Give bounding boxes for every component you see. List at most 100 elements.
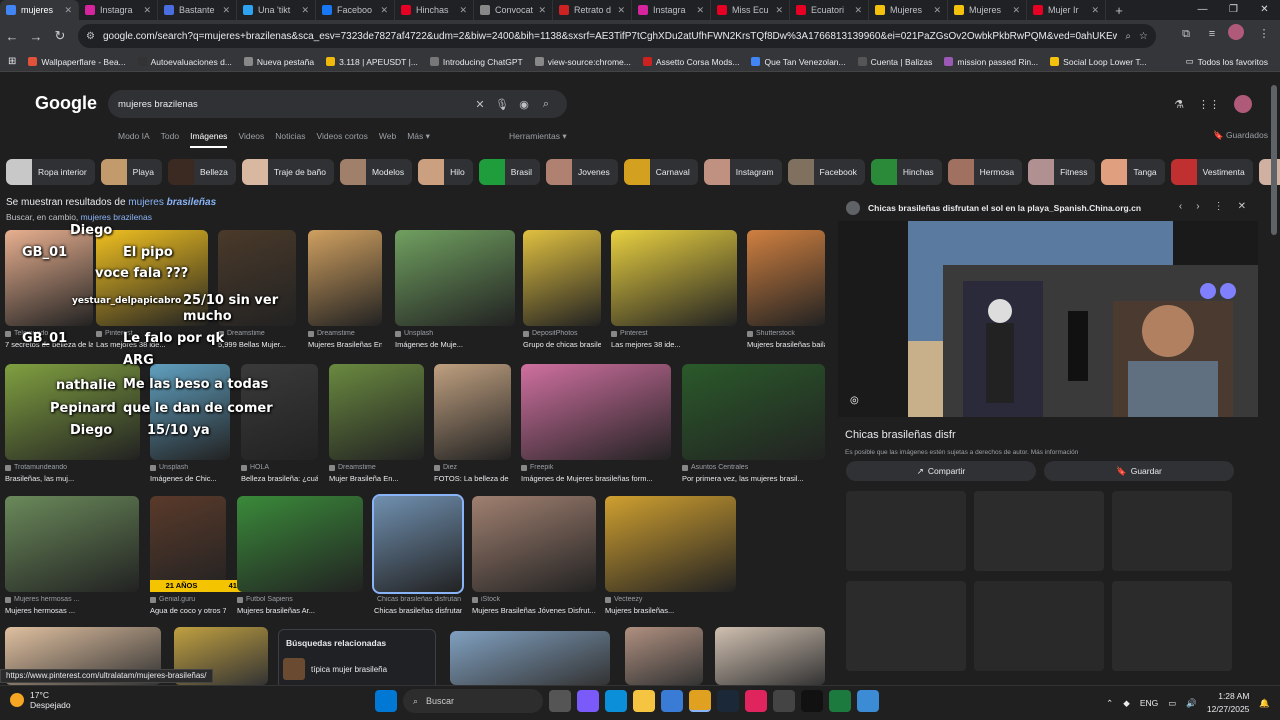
result-thumbnail[interactable] bbox=[715, 627, 825, 685]
tab-12[interactable]: Mujeres ✕ bbox=[948, 0, 1027, 20]
prev-icon[interactable]: ‹ bbox=[1179, 201, 1182, 212]
edge-icon[interactable] bbox=[605, 690, 627, 712]
result-source[interactable]: Dreamstime bbox=[308, 330, 382, 337]
google-logo[interactable]: Google bbox=[35, 93, 97, 114]
result-caption[interactable]: FOTOS: La belleza de la mujer brasileñ..… bbox=[434, 474, 511, 483]
excel-icon[interactable] bbox=[829, 690, 851, 712]
result-thumbnail[interactable] bbox=[329, 364, 424, 460]
image-result[interactable]: Pinterest Las mejores 38 ide... bbox=[611, 230, 737, 349]
taskbar-search[interactable]: ⌕ Buscar bbox=[403, 689, 543, 713]
refinement-chip[interactable]: Vestimenta bbox=[1170, 159, 1253, 185]
result-source[interactable]: Asuntos Centrales bbox=[682, 464, 825, 471]
tray-app-icon[interactable]: ◆ bbox=[1123, 698, 1130, 709]
result-source[interactable]: Genial.guru bbox=[150, 596, 226, 603]
image-result[interactable]: Genial.guru Agua de coco y otros 7 secret… bbox=[150, 496, 276, 615]
tab-close-icon[interactable]: ✕ bbox=[617, 5, 625, 16]
start-icon[interactable] bbox=[375, 690, 397, 712]
result-thumbnail[interactable] bbox=[5, 496, 139, 592]
result-thumbnail[interactable] bbox=[395, 230, 515, 326]
result-thumbnail[interactable] bbox=[682, 364, 825, 460]
refinement-chip[interactable]: Carnaval bbox=[623, 159, 698, 185]
saved-button[interactable]: 🔖 Guardados bbox=[1213, 130, 1268, 141]
result-caption[interactable]: Mujeres Brasileñas Jóvenes Disfrut... bbox=[472, 606, 596, 615]
bookmark-item[interactable]: Cuenta | Balizas bbox=[857, 57, 932, 67]
alt-search-link[interactable]: mujeres brazilenas bbox=[81, 212, 152, 222]
clear-icon[interactable]: ✕ bbox=[469, 98, 491, 111]
tab-close-icon[interactable]: ✕ bbox=[538, 5, 546, 16]
result-caption[interactable]: Mujer Brasileña En... bbox=[329, 474, 424, 483]
result-thumbnail[interactable] bbox=[605, 496, 736, 592]
nav-tab[interactable]: Más ▾ bbox=[407, 131, 430, 148]
result-caption[interactable]: Por primera vez, las mujeres brasil... bbox=[682, 474, 825, 483]
tab-6[interactable]: Convocat ✕ bbox=[474, 0, 553, 20]
apps-grid-icon[interactable]: ⋮⋮ bbox=[1198, 98, 1220, 111]
refinement-chip[interactable]: Hermosa bbox=[947, 159, 1023, 185]
menu-icon[interactable]: ⋮ bbox=[1254, 24, 1274, 44]
bookmark-item[interactable]: view-source:chrome... bbox=[534, 57, 631, 67]
result-source[interactable]: Diez bbox=[434, 464, 511, 471]
image-result-partial[interactable] bbox=[450, 631, 610, 685]
result-source[interactable]: Trotamundeando bbox=[5, 464, 140, 471]
result-thumbnail[interactable] bbox=[434, 364, 511, 460]
result-caption[interactable]: 5,999 Bellas Mujer... bbox=[218, 340, 296, 349]
result-caption[interactable]: Agua de coco y otros 7 secretos ... bbox=[150, 606, 226, 615]
bookmark-item[interactable]: Social Loop Lower T... bbox=[1050, 57, 1147, 67]
refinement-chip[interactable]: Tanga bbox=[1101, 159, 1165, 185]
result-source[interactable]: Dreamstime bbox=[329, 464, 424, 471]
tab-close-icon[interactable]: ✕ bbox=[1091, 5, 1099, 16]
notepad-icon[interactable] bbox=[857, 690, 879, 712]
all-bookmarks-button[interactable]: ▭ Todos los favoritos bbox=[1186, 56, 1268, 67]
minimize-icon[interactable]: — bbox=[1187, 0, 1218, 20]
preview-image[interactable]: ◎ bbox=[838, 221, 1258, 417]
result-source[interactable]: DepositPhotos bbox=[523, 330, 601, 337]
address-bar[interactable]: ⚙ google.com/search?q=mujeres+brazilenas… bbox=[78, 24, 1156, 48]
extensions-icon[interactable]: ⧉ bbox=[1176, 24, 1196, 44]
result-thumbnail[interactable] bbox=[372, 494, 464, 594]
preview-title[interactable]: Chicas brasileñas disfr bbox=[845, 429, 956, 441]
result-thumbnail[interactable] bbox=[308, 230, 382, 326]
nav-tab[interactable]: Imágenes bbox=[190, 131, 228, 148]
reload-icon[interactable]: ↻ bbox=[48, 28, 72, 44]
image-result[interactable]: Asuntos Centrales Por primera vez, las mu… bbox=[682, 364, 825, 483]
nav-tab[interactable]: Web bbox=[379, 131, 396, 148]
result-caption[interactable]: Chicas brasileñas disfrutan el s... bbox=[374, 606, 462, 615]
tab-1[interactable]: Instagra ✕ bbox=[79, 0, 158, 20]
save-button[interactable]: 🔖 Guardar bbox=[1044, 461, 1234, 481]
next-icon[interactable]: › bbox=[1196, 201, 1199, 212]
image-result[interactable]: Shutterstock Mujeres brasileñas bailan sa… bbox=[747, 230, 825, 349]
lens-icon[interactable]: ◉ bbox=[513, 98, 535, 111]
result-source[interactable]: HOLA bbox=[241, 464, 318, 471]
image-result[interactable]: Freepik Imágenes de Mujeres brasileñas fo… bbox=[521, 364, 671, 483]
preview-source[interactable]: Chicas brasileñas disfrutan el sol en la… bbox=[846, 201, 1141, 215]
clock[interactable]: 1:28 AM 12/27/2025 bbox=[1207, 690, 1250, 716]
bookmark-item[interactable]: Que Tan Venezolan... bbox=[751, 57, 846, 67]
search-input[interactable]: mujeres brazilenas ✕ 🎙 ◉ ⌕ bbox=[108, 90, 567, 118]
image-result[interactable]: Chicas brasileñas disfrutan el sol en Chi… bbox=[372, 494, 464, 615]
steam-icon[interactable] bbox=[717, 690, 739, 712]
result-thumbnail[interactable] bbox=[625, 627, 703, 685]
result-caption[interactable]: Brasileñas, las muj... bbox=[5, 474, 140, 483]
labs-icon[interactable]: ⚗ bbox=[1174, 98, 1184, 111]
bookmark-item[interactable]: Introducing ChatGPT bbox=[429, 57, 523, 67]
refinement-chip[interactable]: Fitness bbox=[1028, 159, 1096, 185]
media-icon[interactable]: ≡ bbox=[1202, 24, 1222, 44]
bookmark-item[interactable]: 3.118 | APEUSDT |... bbox=[326, 57, 418, 67]
result-source[interactable]: iStock bbox=[472, 596, 596, 603]
tools-button[interactable]: Herramientas ▾ bbox=[509, 131, 567, 142]
tab-close-icon[interactable]: ✕ bbox=[64, 5, 72, 16]
result-caption[interactable]: Imágenes de Muje... bbox=[395, 340, 515, 349]
result-source[interactable]: Futbol Sapiens bbox=[237, 596, 363, 603]
result-source[interactable]: Freepik bbox=[521, 464, 671, 471]
language-indicator[interactable]: ENG bbox=[1140, 698, 1158, 708]
refinement-chip[interactable]: Facebook bbox=[787, 159, 865, 185]
result-source[interactable]: Vecteezy bbox=[605, 596, 736, 603]
notifications-icon[interactable]: 🔔 bbox=[1259, 698, 1270, 709]
tab-0[interactable]: mujeres ✕ bbox=[0, 0, 79, 20]
tray-expand-icon[interactable]: ⌃ bbox=[1106, 698, 1113, 709]
bookmark-item[interactable]: Assetto Corsa Mods... bbox=[642, 57, 739, 67]
result-thumbnail[interactable] bbox=[611, 230, 737, 326]
bookmark-star-icon[interactable]: ☆ bbox=[1139, 31, 1148, 42]
apps-icon[interactable]: ⊞ bbox=[8, 56, 16, 67]
tab-close-icon[interactable]: ✕ bbox=[854, 5, 862, 16]
result-caption[interactable]: Imágenes de Mujeres brasileñas form... bbox=[521, 474, 671, 483]
